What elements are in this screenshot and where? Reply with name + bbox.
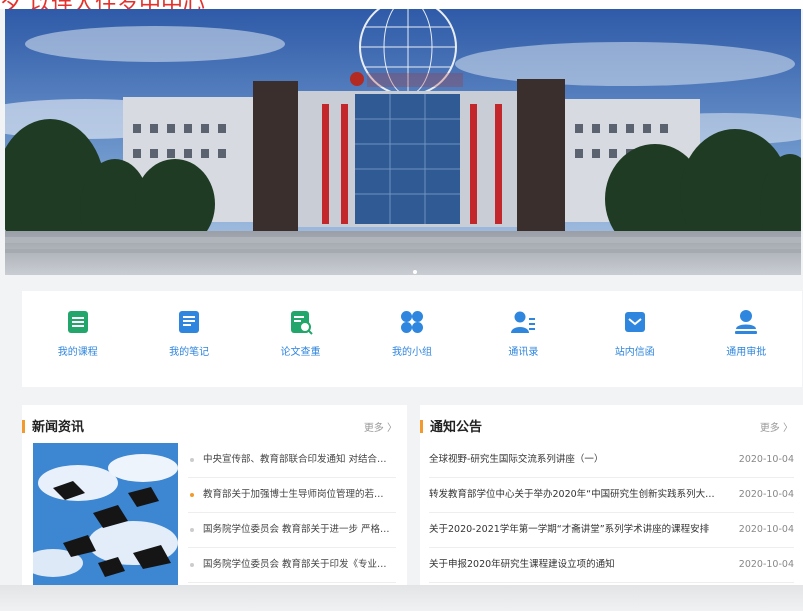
contacts-icon <box>511 311 536 333</box>
shortcut-site-mail[interactable]: 站内信函 <box>579 291 690 387</box>
shortcut-bar: 我的课程 我的笔记 论文查重 我的小组 通讯录 站内信函 通用审批 <box>22 291 802 387</box>
bullet-icon <box>190 563 194 567</box>
news-thumbnail[interactable] <box>33 443 178 585</box>
news-panel: 新闻资讯 更多 〉 中央宣传部、教育部联合印发通知 对结合… 教育部关于加强博士… <box>22 405 407 585</box>
notice-item-date: 2020-10-04 <box>738 524 794 535</box>
shortcut-label: 我的笔记 <box>169 347 210 358</box>
notice-item[interactable]: 关于2020-2021学年第一学期“才斋讲堂”系列学术讲座的课程安排 2020-… <box>429 513 794 548</box>
notice-title: 通知公告 <box>430 420 483 435</box>
news-item[interactable]: 教育部关于加强博士生导师岗位管理的若… <box>188 478 396 513</box>
notice-item-title: 全球视野-研究生国际交流系列讲座（一） <box>429 454 604 465</box>
notice-list: 全球视野-研究生国际交流系列讲座（一） 2020-10-04 转发教育部学位中心… <box>429 443 794 583</box>
site-title: 夕 以连人住岁中中心 <box>0 0 205 9</box>
news-list: 中央宣传部、教育部联合印发通知 对结合… 教育部关于加强博士生导师岗位管理的若…… <box>188 443 396 583</box>
shortcut-label: 通讯录 <box>508 347 539 358</box>
notice-item-date: 2020-10-04 <box>738 559 794 570</box>
shortcut-approval[interactable]: 通用审批 <box>691 291 802 387</box>
shortcut-paper-check[interactable]: 论文查重 <box>245 291 356 387</box>
mail-icon <box>624 312 645 332</box>
notice-header: 通知公告 更多 〉 <box>420 405 803 445</box>
group-icon <box>400 311 423 333</box>
campus-banner[interactable] <box>5 9 801 275</box>
news-item[interactable]: 中央宣传部、教育部联合印发通知 对结合… <box>188 443 396 478</box>
bottom-shade <box>0 585 803 611</box>
shortcut-label: 站内信函 <box>614 347 655 358</box>
notice-item[interactable]: 全球视野-研究生国际交流系列讲座（一） 2020-10-04 <box>429 443 794 478</box>
notice-item-date: 2020-10-04 <box>738 454 794 465</box>
shortcut-my-group[interactable]: 我的小组 <box>356 291 467 387</box>
notice-more-link[interactable]: 更多 〉 <box>760 419 793 434</box>
news-header: 新闻资讯 更多 〉 <box>22 405 407 445</box>
shortcut-label: 我的小组 <box>391 347 432 358</box>
notice-item-date: 2020-10-04 <box>738 489 794 500</box>
news-more-link[interactable]: 更多 〉 <box>364 419 397 434</box>
notice-item[interactable]: 关于申报2020年研究生课程建设立项的通知 2020-10-04 <box>429 548 794 583</box>
section-accent-bar <box>420 420 423 433</box>
notice-item-title: 关于申报2020年研究生课程建设立项的通知 <box>429 559 615 570</box>
section-accent-bar <box>22 420 25 433</box>
notice-item-title: 关于2020-2021学年第一学期“才斋讲堂”系列学术讲座的课程安排 <box>429 524 710 535</box>
news-title: 新闻资讯 <box>32 420 85 435</box>
notice-item[interactable]: 转发教育部学位中心关于举办2020年“中国研究生创新实践系列大… 2020-10… <box>429 478 794 513</box>
shortcut-label: 论文查重 <box>280 347 321 358</box>
notice-panel: 通知公告 更多 〉 全球视野-研究生国际交流系列讲座（一） 2020-10-04… <box>420 405 803 585</box>
bullet-icon <box>190 528 194 532</box>
course-book-icon <box>67 311 88 333</box>
paper-check-icon <box>290 311 313 335</box>
graduation-caps-image <box>33 443 178 585</box>
shortcut-my-notes[interactable]: 我的笔记 <box>133 291 244 387</box>
bullet-icon <box>190 458 194 462</box>
news-item[interactable]: 国务院学位委员会 教育部关于进一步 严格… <box>188 513 396 548</box>
shortcut-contacts[interactable]: 通讯录 <box>468 291 579 387</box>
notice-item-title: 转发教育部学位中心关于举办2020年“中国研究生创新实践系列大… <box>429 489 715 500</box>
page-header-strip: 夕 以连人住岁中中心 <box>0 0 803 9</box>
carousel-indicator[interactable] <box>413 270 417 274</box>
shortcut-label: 我的课程 <box>57 347 98 358</box>
shortcut-my-courses[interactable]: 我的课程 <box>22 291 133 387</box>
approval-icon <box>735 310 758 334</box>
news-item[interactable]: 国务院学位委员会 教育部关于印发《专业… <box>188 548 396 583</box>
bullet-icon <box>190 493 194 497</box>
shortcut-label: 通用审批 <box>726 347 767 358</box>
campus-photo <box>5 9 801 275</box>
notes-icon <box>179 311 200 333</box>
